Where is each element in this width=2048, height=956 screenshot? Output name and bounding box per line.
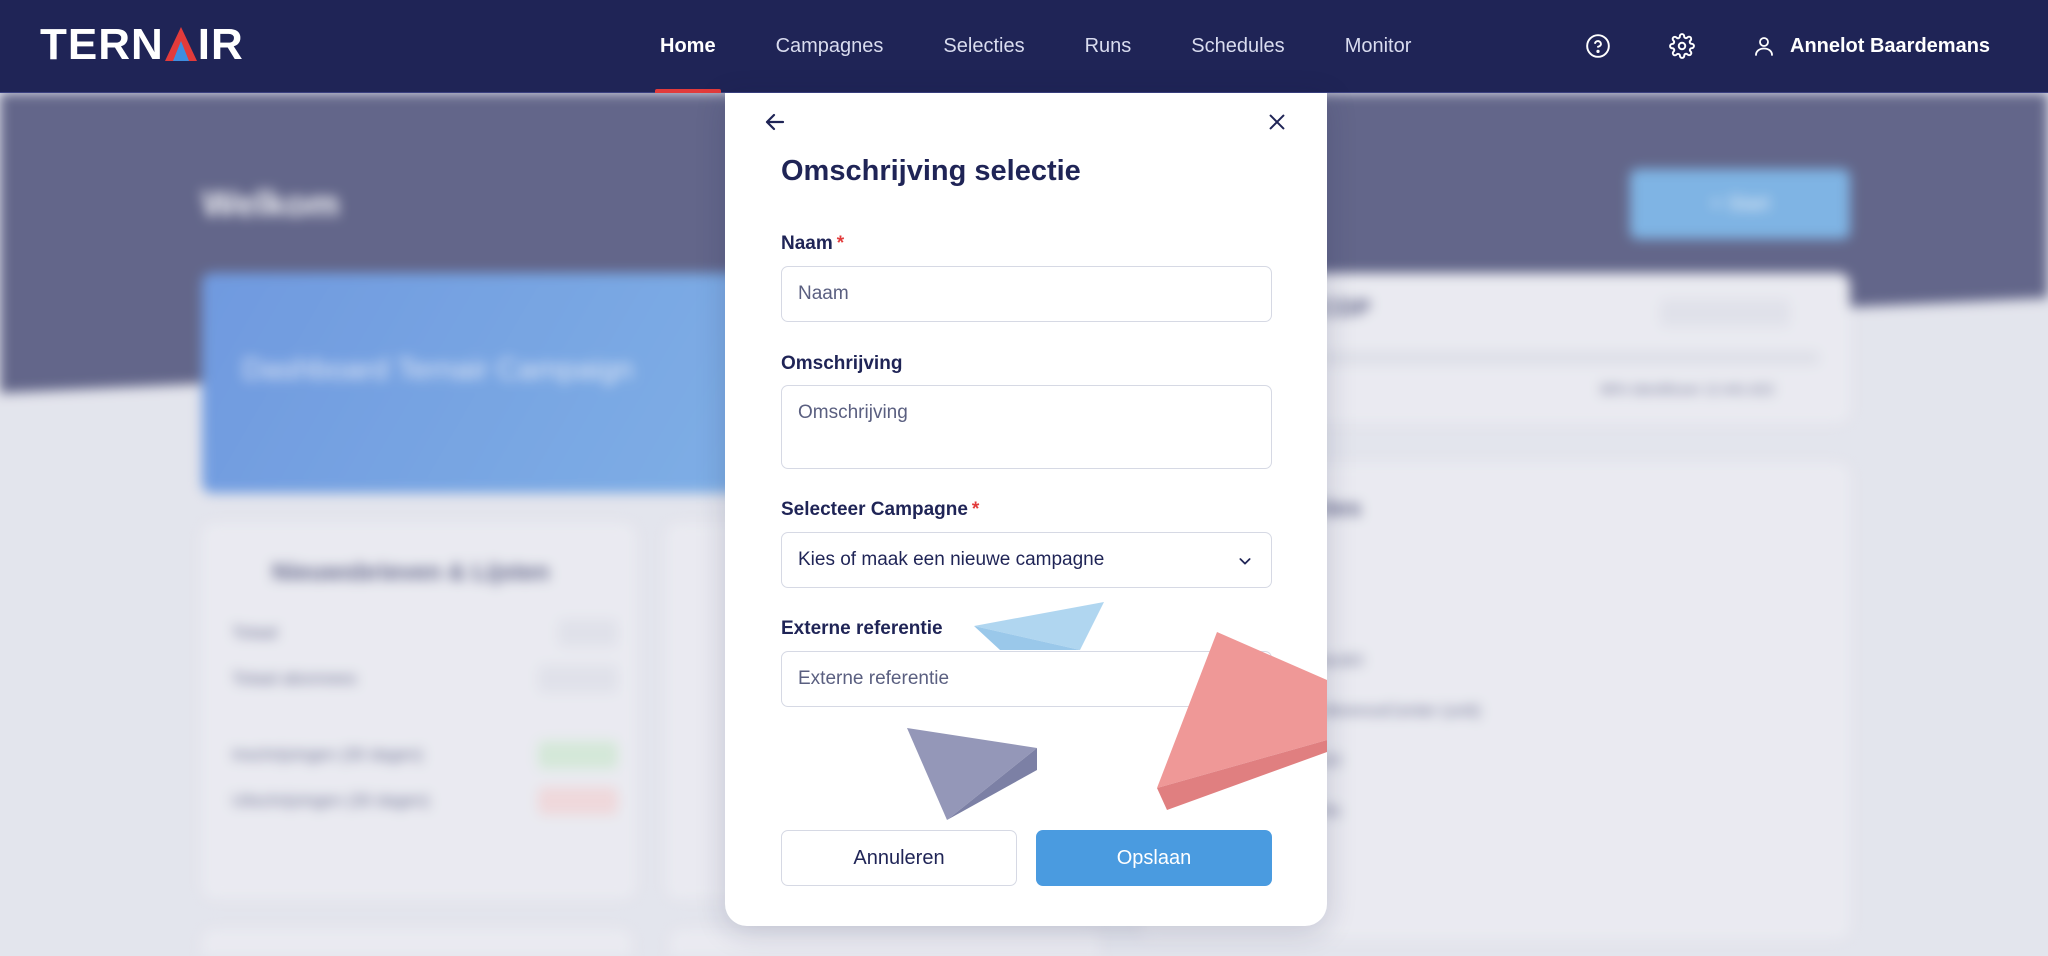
naam-input[interactable] <box>781 266 1272 322</box>
help-button[interactable] <box>1580 28 1616 64</box>
chevron-down-icon <box>1239 558 1251 565</box>
settings-button[interactable] <box>1664 28 1700 64</box>
user-name: Annelot Baardemans <box>1790 34 1991 57</box>
required-mark: * <box>836 233 845 254</box>
externe-referentie-input[interactable] <box>781 651 1272 707</box>
question-circle-icon <box>1586 34 1610 58</box>
back-button[interactable] <box>755 186 795 216</box>
referentie-label: Externe referentie <box>781 618 943 639</box>
nav-item-runs[interactable]: Runs <box>1055 0 1162 93</box>
back-button[interactable] <box>755 107 795 137</box>
cancel-button[interactable]: Annuleren <box>781 830 1017 886</box>
logo-text-right: IR <box>197 20 244 69</box>
campagne-select[interactable]: Kies of maak een nieuwe campagne <box>781 532 1272 588</box>
campagne-select-value: Kies of maak een nieuwe campagne <box>798 549 1105 570</box>
naam-label: Naam * <box>781 233 844 255</box>
arrow-left-icon <box>765 113 785 131</box>
nav-item-schedules[interactable]: Schedules <box>1161 0 1314 93</box>
nav-item-selecties[interactable]: Selecties <box>913 0 1054 93</box>
nav-item-monitor[interactable]: Monitor <box>1315 0 1442 93</box>
logo-text-left: TERN <box>40 20 164 69</box>
selection-description-modal: Omschrijving selectie Naam* Omschrijving… <box>725 93 1327 926</box>
top-navigation-bar: TERN IR Home Campagnes Selecties Runs Sch… <box>0 0 2048 93</box>
logo-triangle-icon <box>164 27 197 61</box>
nav-item-campagnes[interactable]: Campagnes <box>746 0 914 93</box>
campagne-label-text: Selecteer Campagne <box>781 499 968 520</box>
omschrijving-label: Omschrijving <box>781 353 903 374</box>
user-icon <box>1755 37 1773 56</box>
save-button[interactable]: Opslaan <box>1036 830 1272 886</box>
main-nav: Home Campagnes Selecties Runs Schedules … <box>630 0 1441 93</box>
required-mark: * <box>971 499 980 520</box>
campagne-label: Selecteer Campagne * <box>781 499 979 521</box>
naam-label-text: Naam <box>781 233 833 254</box>
gear-icon <box>1669 33 1695 59</box>
close-button[interactable] <box>1257 107 1297 137</box>
nav-item-home[interactable]: Home <box>630 0 746 93</box>
ternair-logo[interactable]: TERN IR <box>40 20 244 69</box>
close-icon <box>1269 114 1285 130</box>
omschrijving-textarea[interactable] <box>781 385 1272 469</box>
user-menu[interactable]: Annelot Baardemans <box>1752 25 1990 67</box>
modal-title: Omschrijving selectie <box>781 155 1081 187</box>
